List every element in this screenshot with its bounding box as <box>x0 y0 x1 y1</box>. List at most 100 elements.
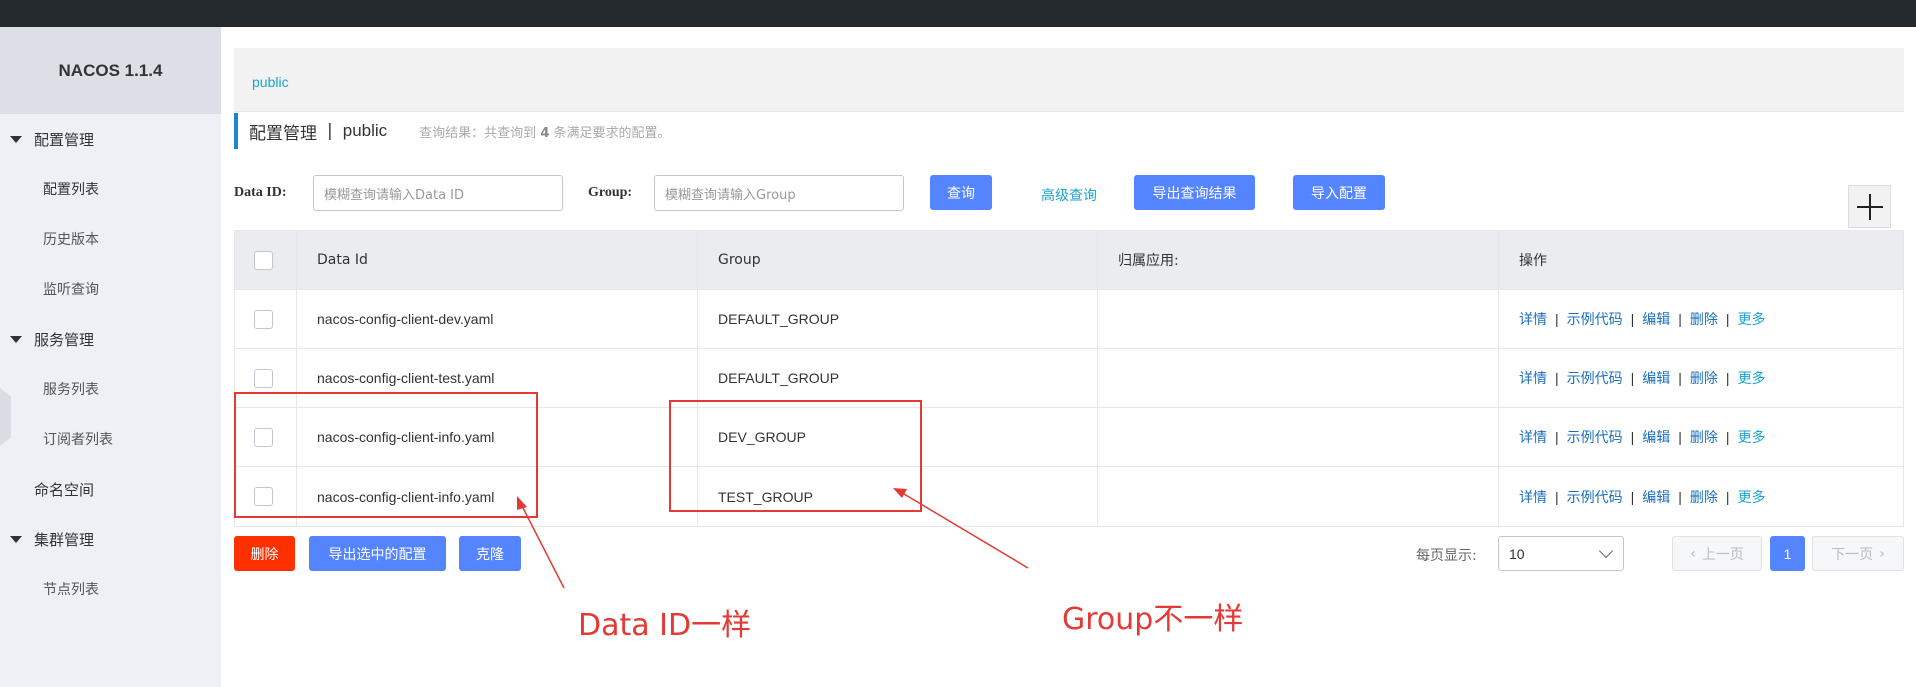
hint-prefix: 查询结果：共查询到 <box>419 125 537 141</box>
more-link[interactable]: 更多 <box>1738 309 1766 329</box>
query-result-hint: 查询结果：共查询到 4 条满足要求的配置。 <box>419 122 670 141</box>
table-header-row: Data Id Group 归属应用: 操作 <box>235 231 1903 290</box>
column-header-group: Group <box>698 231 1098 289</box>
column-header-data-id: Data Id <box>297 231 698 289</box>
page-title-namespace: public <box>342 121 388 140</box>
sample-code-link[interactable]: 示例代码 <box>1567 487 1623 507</box>
action-separator: | <box>1725 311 1730 327</box>
action-separator: | <box>1678 370 1682 386</box>
table-footer: 删除 导出选中的配置 克隆 每页显示: 10 ‹ 上一页 1 下一页 › <box>234 536 1904 571</box>
prev-page-label: 上一页 <box>1701 546 1744 563</box>
advanced-query-link[interactable]: 高级查询 <box>1041 185 1097 205</box>
edit-link[interactable]: 编辑 <box>1642 368 1670 388</box>
cell-group: DEFAULT_GROUP <box>698 349 1098 407</box>
cell-actions: 详情 | 示例代码 | 编辑 | 删除 | 更多 <box>1499 408 1903 466</box>
column-header-app: 归属应用: <box>1098 231 1499 289</box>
per-page-label: 每页显示: <box>1416 548 1477 564</box>
action-separator: | <box>1630 488 1635 505</box>
caret-down-icon <box>10 335 22 343</box>
export-selected-button[interactable]: 导出选中的配置 <box>309 536 446 571</box>
sample-code-link[interactable]: 示例代码 <box>1567 427 1623 447</box>
group-input[interactable]: 模糊查询请输入Group <box>654 175 904 211</box>
cell-group: DEFAULT_GROUP <box>698 290 1098 348</box>
nav-config-management[interactable]: 配置管理 <box>0 114 221 164</box>
prev-page-button[interactable]: ‹ 上一页 <box>1672 536 1762 571</box>
action-separator: | <box>1678 311 1682 327</box>
data-id-input[interactable]: 模糊查询请输入Data ID <box>313 175 563 211</box>
delete-link[interactable]: 删除 <box>1690 368 1718 388</box>
nav-subscriber-list[interactable]: 订阅者列表 <box>0 414 221 464</box>
annotation-box-data-id <box>234 392 538 518</box>
action-separator: | <box>1555 488 1559 505</box>
nav-service-management[interactable]: 服务管理 <box>0 314 221 364</box>
page-button-current[interactable]: 1 <box>1770 536 1805 571</box>
hint-count: 4 <box>540 125 550 141</box>
clone-button[interactable]: 克隆 <box>459 536 521 571</box>
delete-link[interactable]: 删除 <box>1690 427 1718 447</box>
title-accent-bar <box>234 113 238 149</box>
nav-namespace[interactable]: 命名空间 <box>0 464 221 514</box>
action-separator: | <box>1630 429 1635 445</box>
nav-cluster-management[interactable]: 集群管理 <box>0 514 221 564</box>
add-config-button[interactable] <box>1848 185 1891 228</box>
next-page-button[interactable]: 下一页 › <box>1812 536 1904 571</box>
search-bar: Data ID: 模糊查询请输入Data ID Group: 模糊查询请输入Gr… <box>234 175 1904 228</box>
brand-logo: NACOS 1.1.4 <box>0 27 221 114</box>
caret-down-icon <box>10 535 22 543</box>
cell-app <box>1098 290 1499 348</box>
import-config-button[interactable]: 导入配置 <box>1293 175 1385 210</box>
nav-service-list[interactable]: 服务列表 <box>0 364 221 414</box>
per-page-value: 10 <box>1509 545 1525 562</box>
namespace-bar: public <box>234 48 1904 112</box>
nav-listener-query[interactable]: 监听查询 <box>0 264 221 314</box>
per-page-select[interactable]: 10 <box>1498 536 1624 571</box>
cell-data-id: nacos-config-client-dev.yaml <box>297 290 698 348</box>
nav-config-list[interactable]: 配置列表 <box>0 164 221 214</box>
action-separator: | <box>1630 311 1635 327</box>
sidebar-collapse-handle[interactable] <box>0 388 11 446</box>
title-separator: | <box>327 121 333 141</box>
edit-link[interactable]: 编辑 <box>1642 309 1670 329</box>
batch-delete-button[interactable]: 删除 <box>234 536 295 571</box>
sample-code-link[interactable]: 示例代码 <box>1567 368 1623 388</box>
annotation-box-group <box>669 400 922 512</box>
cell-actions: 详情 | 示例代码 | 编辑 | 删除 | 更多 <box>1499 349 1903 407</box>
detail-link[interactable]: 详情 <box>1519 309 1547 329</box>
edit-link[interactable]: 编辑 <box>1642 487 1670 507</box>
hint-suffix: 条满足要求的配置。 <box>553 125 671 141</box>
action-separator: | <box>1725 429 1730 445</box>
action-separator: | <box>1678 429 1682 445</box>
delete-link[interactable]: 删除 <box>1690 309 1718 329</box>
chevron-right-icon: › <box>1879 545 1885 562</box>
export-results-button[interactable]: 导出查询结果 <box>1134 175 1255 210</box>
detail-link[interactable]: 详情 <box>1519 427 1547 447</box>
select-all-checkbox[interactable] <box>254 250 273 270</box>
row-checkbox[interactable] <box>254 309 273 329</box>
more-link[interactable]: 更多 <box>1738 368 1766 388</box>
action-separator: | <box>1555 429 1559 445</box>
action-separator: | <box>1725 488 1730 505</box>
nav-config-management-label: 配置管理 <box>34 130 95 149</box>
row-checkbox[interactable] <box>254 368 273 388</box>
nav-cluster-management-label: 集群管理 <box>34 530 95 549</box>
namespace-link-public[interactable]: public <box>252 74 289 90</box>
edit-link[interactable]: 编辑 <box>1642 427 1670 447</box>
annotation-note-data-id: Data ID一样 <box>578 608 752 643</box>
delete-link[interactable]: 删除 <box>1690 487 1718 507</box>
cell-app <box>1098 408 1499 466</box>
action-separator: | <box>1555 370 1559 386</box>
sidebar: NACOS 1.1.4 配置管理 配置列表 历史版本 监听查询 服务管理 服务列… <box>0 27 221 687</box>
nav-history-version[interactable]: 历史版本 <box>0 214 221 264</box>
more-link[interactable]: 更多 <box>1738 427 1766 447</box>
row-checkbox-cell <box>235 290 297 348</box>
more-link[interactable]: 更多 <box>1738 487 1766 507</box>
query-button[interactable]: 查询 <box>930 175 992 210</box>
action-separator: | <box>1555 311 1559 327</box>
chevron-down-icon <box>1598 543 1614 559</box>
detail-link[interactable]: 详情 <box>1519 487 1547 507</box>
nav-node-list[interactable]: 节点列表 <box>0 564 221 614</box>
sample-code-link[interactable]: 示例代码 <box>1567 309 1623 329</box>
detail-link[interactable]: 详情 <box>1519 368 1547 388</box>
top-bar <box>0 0 1916 27</box>
action-separator: | <box>1630 370 1635 386</box>
